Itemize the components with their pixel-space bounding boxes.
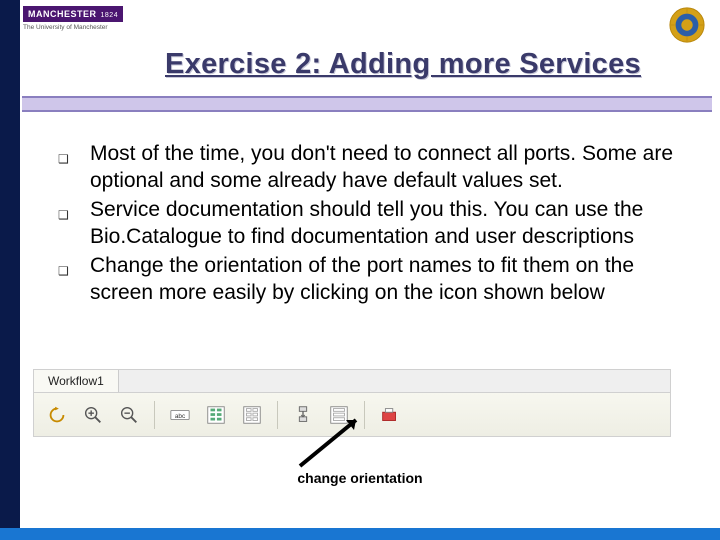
slide: MANCHESTER 1824 The University of Manche… bbox=[0, 0, 720, 540]
content-body: Most of the time, you don't need to conn… bbox=[50, 140, 680, 308]
badge-logo bbox=[668, 6, 706, 44]
all-ports-icon[interactable] bbox=[203, 402, 229, 428]
svg-text:abc: abc bbox=[175, 412, 186, 419]
bullet-list: Most of the time, you don't need to conn… bbox=[50, 140, 680, 306]
list-item: Service documentation should tell you th… bbox=[50, 196, 680, 250]
refresh-icon[interactable] bbox=[44, 402, 70, 428]
none-ports-icon[interactable] bbox=[239, 402, 265, 428]
zoom-out-icon[interactable] bbox=[116, 402, 142, 428]
list-item: Change the orientation of the port names… bbox=[50, 252, 680, 306]
orientation-icon[interactable] bbox=[290, 402, 316, 428]
footer-bar bbox=[0, 528, 720, 540]
separator bbox=[154, 401, 155, 429]
caption: change orientation bbox=[0, 470, 720, 486]
tab-label: Workflow1 bbox=[48, 374, 104, 388]
zoom-in-icon[interactable] bbox=[80, 402, 106, 428]
tab-row: Workflow1 bbox=[33, 369, 671, 393]
logo-year: 1824 bbox=[101, 12, 119, 19]
separator bbox=[277, 401, 278, 429]
blank-ports-icon[interactable] bbox=[326, 402, 352, 428]
toolbar-screenshot: Workflow1 abc bbox=[32, 368, 672, 444]
logo-name: MANCHESTER bbox=[28, 9, 97, 19]
university-logo: MANCHESTER 1824 The University of Manche… bbox=[23, 6, 135, 42]
separator bbox=[364, 401, 365, 429]
icon-row: abc bbox=[33, 393, 671, 437]
left-stripe bbox=[0, 0, 20, 540]
workflow-tab[interactable]: Workflow1 bbox=[34, 370, 119, 392]
divider-band bbox=[22, 96, 712, 112]
list-item: Most of the time, you don't need to conn… bbox=[50, 140, 680, 194]
abc-icon[interactable]: abc bbox=[167, 402, 193, 428]
logo-subtitle: The University of Manchester bbox=[23, 24, 108, 31]
page-title: Exercise 2: Adding more Services bbox=[165, 48, 641, 81]
collapse-icon[interactable] bbox=[377, 402, 403, 428]
